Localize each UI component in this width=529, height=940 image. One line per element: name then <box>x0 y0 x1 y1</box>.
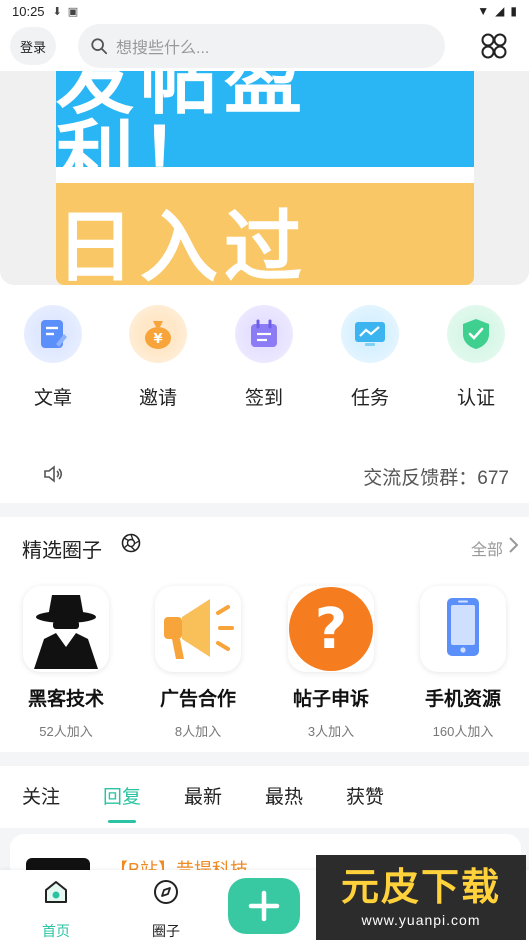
shield-check-icon <box>463 319 489 349</box>
banner-line1: 发帖盈利！ <box>56 71 309 203</box>
shortcut-task[interactable]: 任务 <box>330 305 410 410</box>
shortcut-label: 签到 <box>244 388 283 409</box>
tab-indicator <box>108 820 136 823</box>
tab-reply[interactable]: 回复 <box>103 782 141 809</box>
svg-text:?: ? <box>315 597 347 662</box>
circle-item[interactable]: 手机资源 160人加入 <box>408 586 518 740</box>
tab-liked[interactable]: 获赞 <box>346 782 384 809</box>
create-post-button[interactable] <box>228 878 300 934</box>
aperture-icon <box>121 533 141 553</box>
question-mark-icon: ? <box>289 587 373 671</box>
circle-name: 广告合作 <box>159 689 236 710</box>
circle-count: 8人加入 <box>174 724 222 739</box>
circle-name: 手机资源 <box>424 689 501 710</box>
circle-name: 黑客技术 <box>27 689 104 710</box>
nav-label: 首页 <box>42 923 70 939</box>
tab-latest[interactable]: 最新 <box>184 782 222 809</box>
top-bar: 登录 想搜些什么... <box>0 22 529 70</box>
compass-icon <box>154 880 178 904</box>
speaker-icon <box>44 465 63 483</box>
signal-icon: ◢ <box>495 4 505 18</box>
circle-item[interactable]: 广告合作 8人加入 <box>143 586 253 740</box>
section-divider <box>0 752 529 766</box>
circle-count: 160人加入 <box>432 724 494 739</box>
circles-all-link[interactable]: 全部 <box>471 536 503 560</box>
nav-circles[interactable]: 圈子 <box>136 878 196 940</box>
shortcut-invite[interactable]: ¥ 邀请 <box>118 305 198 410</box>
shortcut-row: 文章 ¥ 邀请 签到 任务 认证 <box>0 305 529 415</box>
banner-image[interactable]: 发帖盈利！ 日入过百！ <box>56 71 474 285</box>
circle-item[interactable]: 黑客技术 52人加入 <box>11 586 121 740</box>
watermark-url: www.yuanpi.com <box>361 911 481 928</box>
battery-icon: ▮ <box>510 4 517 18</box>
watermark-logo: 元皮下载 www.yuanpi.com <box>316 855 526 940</box>
watermark-title: 元皮下载 <box>340 864 501 909</box>
grid-menu-icon[interactable] <box>480 32 508 60</box>
shortcut-label: 认证 <box>456 388 495 409</box>
shortcut-verify[interactable]: 认证 <box>436 305 516 410</box>
calendar-icon <box>251 319 277 347</box>
tab-follow[interactable]: 关注 <box>22 782 60 809</box>
search-input[interactable]: 想搜些什么... <box>78 24 445 68</box>
wifi-icon: ▼ <box>477 4 490 18</box>
circle-count: 3人加入 <box>307 724 355 739</box>
search-icon <box>91 38 108 55</box>
circle-count: 52人加入 <box>39 724 93 739</box>
status-bar: 10:25 ⬇ ▣ ▼ ◢ ▮ <box>0 0 529 22</box>
monitor-chart-icon <box>355 322 385 346</box>
nav-label: 圈子 <box>152 923 180 939</box>
circle-name: 帖子申诉 <box>292 689 369 710</box>
banner-line2: 日入过百！ <box>56 203 309 285</box>
notice-bar[interactable]: 交流反馈群：677 <box>0 455 529 495</box>
money-bag-icon: ¥ <box>145 321 171 349</box>
login-button[interactable]: 登录 <box>10 27 56 65</box>
plus-icon <box>248 890 280 922</box>
shortcut-checkin[interactable]: 签到 <box>224 305 304 410</box>
hacker-icon <box>34 595 98 669</box>
search-placeholder: 想搜些什么... <box>116 40 210 57</box>
svg-text:¥: ¥ <box>153 332 162 347</box>
status-time: 10:25 <box>12 3 45 19</box>
circle-list: 黑客技术 52人加入 广告合作 8人加入 ? 帖子申诉 3人加入 手机资源 16… <box>0 586 529 746</box>
nav-home[interactable]: 首页 <box>26 878 86 940</box>
circle-item[interactable]: ? 帖子申诉 3人加入 <box>276 586 386 740</box>
banner-carousel[interactable]: 发帖盈利！ 日入过百！ <box>0 71 529 285</box>
section-divider <box>0 503 529 517</box>
download-icon: ⬇ <box>52 5 62 18</box>
circles-header: 精选圈子 全部 <box>0 530 529 562</box>
notification-icon: ▣ <box>67 5 79 18</box>
chevron-right-icon[interactable] <box>507 536 519 554</box>
article-icon <box>41 320 67 348</box>
shortcut-label: 任务 <box>350 388 389 409</box>
smartphone-icon <box>447 598 479 656</box>
notice-text: 交流反馈群：677 <box>363 468 509 489</box>
circles-title: 精选圈子 <box>22 540 102 562</box>
home-icon <box>45 881 67 903</box>
shortcut-article[interactable]: 文章 <box>13 305 93 410</box>
shortcut-label: 邀请 <box>138 388 177 409</box>
tab-hottest[interactable]: 最热 <box>265 782 303 809</box>
feed-tabs: 关注 回复 最新 最热 获赞 <box>0 780 529 824</box>
megaphone-icon <box>164 599 234 659</box>
shortcut-label: 文章 <box>33 388 72 409</box>
